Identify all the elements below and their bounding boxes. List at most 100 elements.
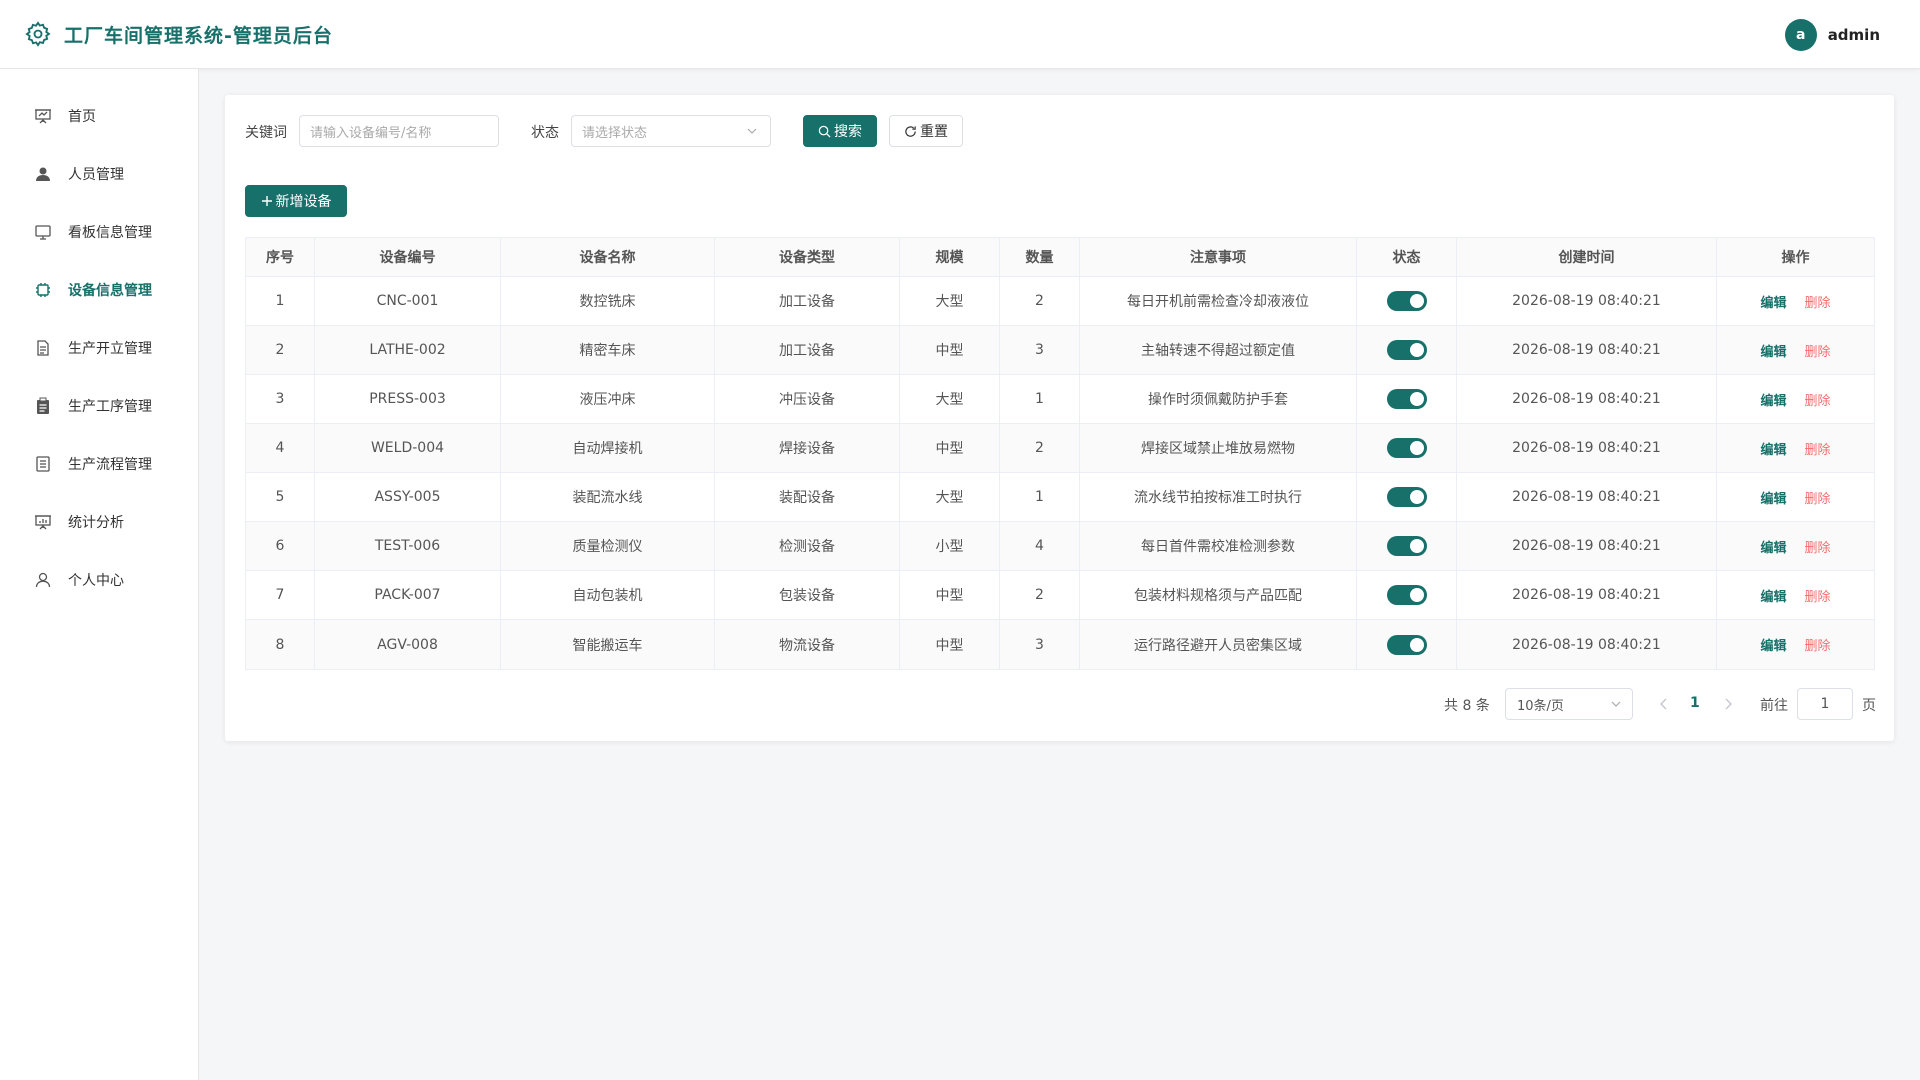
avatar[interactable]: a bbox=[1784, 19, 1817, 51]
equipment-quantity: 1 bbox=[1000, 375, 1080, 423]
edit-link[interactable]: 编辑 bbox=[1760, 586, 1786, 605]
sidebar-item-label: 首页 bbox=[68, 109, 96, 125]
plus-icon bbox=[261, 196, 272, 206]
goto-label: 前往 bbox=[1760, 698, 1788, 714]
toggle-knob bbox=[1409, 539, 1424, 553]
operations-cell: 编辑 删除 bbox=[1717, 571, 1874, 619]
sidebar-item-label: 设备信息管理 bbox=[68, 283, 152, 299]
reset-button[interactable]: 重置 bbox=[889, 115, 963, 147]
search-button[interactable]: 搜索 bbox=[803, 115, 877, 147]
sidebar-item-production-order[interactable]: 生产开立管理 bbox=[0, 323, 199, 373]
table-row: 2 LATHE-002 精密车床 加工设备 中型 3 主轴转速不得超过额定值 2026-08-… bbox=[246, 326, 1874, 375]
edit-link[interactable]: 编辑 bbox=[1760, 341, 1786, 360]
delete-link[interactable]: 删除 bbox=[1805, 292, 1831, 311]
toggle-knob bbox=[1409, 490, 1424, 504]
sidebar-item-process[interactable]: 生产工序管理 bbox=[0, 381, 199, 431]
delete-link[interactable]: 删除 bbox=[1805, 488, 1831, 507]
column-header: 数量 bbox=[1000, 238, 1080, 276]
page-size-select[interactable]: 10条/页 bbox=[1505, 688, 1633, 720]
status-cell bbox=[1357, 375, 1457, 423]
created-time: 2026-08-19 08:40:21 bbox=[1457, 620, 1717, 669]
operations-cell: 编辑 删除 bbox=[1717, 277, 1874, 325]
sidebar-item-personnel[interactable]: 人员管理 bbox=[0, 149, 199, 199]
equipment-code: CNC-001 bbox=[315, 277, 501, 325]
column-header: 设备名称 bbox=[501, 238, 715, 276]
edit-link[interactable]: 编辑 bbox=[1760, 537, 1786, 556]
chevron-right-icon[interactable] bbox=[1721, 696, 1735, 712]
edit-link[interactable]: 编辑 bbox=[1760, 635, 1786, 654]
status-toggle[interactable] bbox=[1386, 291, 1427, 311]
equipment-code: ASSY-005 bbox=[315, 473, 501, 521]
sidebar-item-label: 人员管理 bbox=[68, 167, 124, 183]
equipment-name: 自动包装机 bbox=[501, 571, 715, 619]
equipment-note: 焊接区域禁止堆放易燃物 bbox=[1080, 424, 1357, 472]
equipment-scale: 中型 bbox=[900, 571, 1000, 619]
delete-link[interactable]: 删除 bbox=[1805, 586, 1831, 605]
status-toggle[interactable] bbox=[1386, 340, 1427, 360]
sidebar-item-profile[interactable]: 个人中心 bbox=[0, 555, 199, 605]
table-row: 3 PRESS-003 液压冲床 冲压设备 大型 1 操作时须佩戴防护手套 2026-08-1… bbox=[246, 375, 1874, 424]
status-select[interactable]: 请选择状态 bbox=[571, 115, 771, 147]
equipment-name: 自动焊接机 bbox=[501, 424, 715, 472]
equipment-name: 装配流水线 bbox=[501, 473, 715, 521]
goto-page-input[interactable]: 1 bbox=[1797, 688, 1853, 720]
status-toggle[interactable] bbox=[1386, 634, 1427, 655]
sidebar-item-label: 生产开立管理 bbox=[68, 341, 152, 357]
equipment-panel: 关键词 请输入设备编号/名称 状态 请选择状态 搜索 重置 新增设备 序号 设备… bbox=[225, 95, 1894, 741]
equipment-quantity: 4 bbox=[1000, 522, 1080, 570]
equipment-quantity: 2 bbox=[1000, 277, 1080, 325]
status-toggle[interactable] bbox=[1386, 487, 1427, 507]
status-cell bbox=[1357, 473, 1457, 521]
clipboard-icon bbox=[34, 397, 52, 415]
user-menu[interactable]: a admin bbox=[1784, 19, 1880, 51]
toggle-knob bbox=[1409, 588, 1424, 602]
edit-link[interactable]: 编辑 bbox=[1760, 439, 1786, 458]
column-header: 设备编号 bbox=[315, 238, 501, 276]
sidebar-item-equipment[interactable]: 设备信息管理 bbox=[0, 265, 199, 315]
sidebar-item-board[interactable]: 看板信息管理 bbox=[0, 207, 199, 257]
delete-link[interactable]: 删除 bbox=[1805, 390, 1831, 409]
status-cell bbox=[1357, 522, 1457, 570]
status-label: 状态 bbox=[531, 125, 559, 141]
sidebar-item-home[interactable]: 首页 bbox=[0, 91, 199, 141]
sidebar-item-statistics[interactable]: 统计分析 bbox=[0, 497, 199, 547]
table-header: 序号 设备编号 设备名称 设备类型 规模 数量 注意事项 状态 创建时间 操作 bbox=[246, 238, 1874, 277]
edit-link[interactable]: 编辑 bbox=[1760, 488, 1786, 507]
page-number-current[interactable]: 1 bbox=[1690, 695, 1700, 711]
chevron-left-icon[interactable] bbox=[1657, 696, 1671, 712]
equipment-name: 数控铣床 bbox=[501, 277, 715, 325]
delete-link[interactable]: 删除 bbox=[1805, 635, 1831, 654]
row-index: 2 bbox=[246, 326, 315, 374]
equipment-quantity: 1 bbox=[1000, 473, 1080, 521]
gear-icon bbox=[24, 20, 52, 48]
column-header: 创建时间 bbox=[1457, 238, 1717, 276]
edit-link[interactable]: 编辑 bbox=[1760, 292, 1786, 311]
page-suffix: 页 bbox=[1862, 698, 1876, 714]
column-header: 注意事项 bbox=[1080, 238, 1357, 276]
toggle-knob bbox=[1409, 392, 1424, 406]
status-toggle[interactable] bbox=[1386, 536, 1427, 556]
status-toggle[interactable] bbox=[1386, 389, 1427, 409]
edit-link[interactable]: 编辑 bbox=[1760, 390, 1786, 409]
delete-link[interactable]: 删除 bbox=[1805, 341, 1831, 360]
delete-link[interactable]: 删除 bbox=[1805, 439, 1831, 458]
operations-cell: 编辑 删除 bbox=[1717, 375, 1874, 423]
sidebar-item-label: 生产流程管理 bbox=[68, 457, 152, 473]
add-equipment-label: 新增设备 bbox=[275, 194, 332, 210]
created-time: 2026-08-19 08:40:21 bbox=[1457, 522, 1717, 570]
add-equipment-button[interactable]: 新增设备 bbox=[245, 185, 347, 217]
table-row: 1 CNC-001 数控铣床 加工设备 大型 2 每日开机前需检查冷却液液位 2026-08-… bbox=[246, 277, 1874, 326]
delete-link[interactable]: 删除 bbox=[1805, 537, 1831, 556]
status-toggle[interactable] bbox=[1386, 585, 1427, 605]
equipment-note: 每日首件需校准检测参数 bbox=[1080, 522, 1357, 570]
sidebar-item-flow[interactable]: 生产流程管理 bbox=[0, 439, 199, 489]
keyword-input[interactable]: 请输入设备编号/名称 bbox=[299, 115, 499, 147]
pagination-total: 共 8 条 bbox=[1444, 698, 1490, 714]
status-toggle[interactable] bbox=[1386, 438, 1427, 458]
created-time: 2026-08-19 08:40:21 bbox=[1457, 571, 1717, 619]
keyword-label: 关键词 bbox=[245, 125, 287, 141]
username[interactable]: admin bbox=[1828, 26, 1880, 44]
equipment-code: LATHE-002 bbox=[315, 326, 501, 374]
row-index: 8 bbox=[246, 620, 315, 669]
operations-cell: 编辑 删除 bbox=[1717, 620, 1874, 669]
